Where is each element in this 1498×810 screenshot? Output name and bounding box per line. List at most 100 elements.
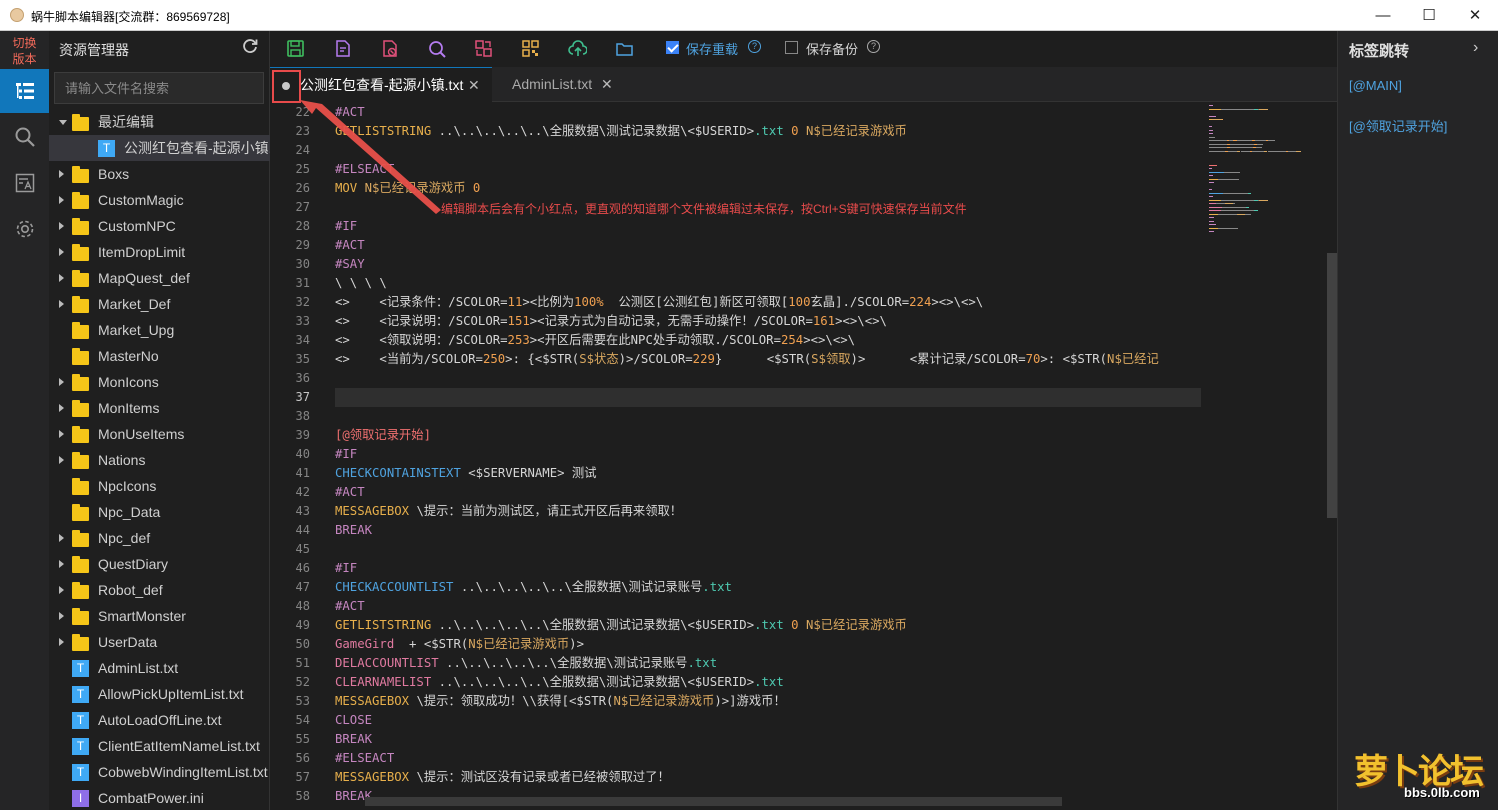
maximize-button[interactable]: ☐	[1406, 0, 1452, 31]
code-line[interactable]: <> <当前为/SCOLOR=250>: {<$STR(S$状态)>/SCOLO…	[335, 350, 1159, 369]
tree-file[interactable]: T AllowPickUpItemList.txt	[49, 681, 270, 707]
find-button[interactable]	[426, 38, 446, 58]
code-line[interactable]: GETLISTSTRING ..\..\..\..\..\全服数据\测试记录数据…	[335, 616, 907, 635]
tab-close-icon[interactable]: ✕	[468, 68, 480, 103]
chevron-right-icon[interactable]	[59, 612, 64, 620]
save-reload-label[interactable]: 保存重载	[686, 39, 738, 58]
chevron-right-icon[interactable]	[59, 456, 64, 464]
code-line[interactable]: <> <领取说明：/SCOLOR=253><开区后需要在此NPC处手动领取./S…	[335, 331, 855, 350]
activity-search[interactable]	[0, 115, 49, 159]
minimap[interactable]	[1201, 103, 1321, 810]
edit-doc-button[interactable]	[332, 38, 352, 58]
chevron-right-icon[interactable]	[59, 404, 64, 412]
chevron-right-icon[interactable]	[59, 222, 64, 230]
tree-folder[interactable]: CustomMagic	[49, 187, 270, 213]
code-line[interactable]	[335, 388, 1201, 407]
tree-folder[interactable]: MasterNo	[49, 343, 270, 369]
chevron-right-icon[interactable]	[59, 170, 64, 178]
save-backup-checkbox[interactable]	[785, 41, 798, 54]
tree-folder[interactable]: QuestDiary	[49, 551, 270, 577]
tree-folder[interactable]: Boxs	[49, 161, 270, 187]
code-line[interactable]: CHECKCONTAINSTEXT <$SERVERNAME> 测试	[335, 464, 597, 483]
code-line[interactable]: GETLISTSTRING ..\..\..\..\..\全服数据\测试记录数据…	[335, 122, 907, 141]
chevron-right-icon[interactable]	[59, 248, 64, 256]
tree-folder[interactable]: MonIcons	[49, 369, 270, 395]
open-folder-button[interactable]	[614, 38, 634, 58]
tree-folder[interactable]: Nations	[49, 447, 270, 473]
tree-folder[interactable]: Robot_def	[49, 577, 270, 603]
bookmark-main[interactable]: [@MAIN]	[1349, 78, 1402, 93]
code-line[interactable]: <> <记录说明：/SCOLOR=151><记录方式为自动记录，无需手动操作！/…	[335, 312, 887, 331]
tree-file[interactable]: T AdminList.txt	[49, 655, 270, 681]
save-backup-label[interactable]: 保存备份	[806, 39, 858, 58]
code-line[interactable]: MOV N$已经记录游戏币 0	[335, 179, 480, 198]
code-line[interactable]: [@领取记录开始]	[335, 426, 431, 445]
code-line[interactable]: MESSAGEBOX \提示：测试区没有记录或者已经被领取过了！	[335, 768, 670, 787]
save-reload-help-icon[interactable]: ?	[748, 40, 761, 53]
code-line[interactable]: MESSAGEBOX \提示：当前为测试区，请正式开区后再来领取！	[335, 502, 682, 521]
tree-file[interactable]: T ClientEatItemNameList.txt	[49, 733, 270, 759]
code-line[interactable]: #ACT	[335, 103, 365, 122]
scrollbar-thumb[interactable]	[1327, 253, 1337, 518]
code-line[interactable]: CHECKACCOUNTLIST ..\..\..\..\..\全服数据\测试记…	[335, 578, 732, 597]
tab-active-file[interactable]: 公测红包查看-起源小镇.txt ✕	[270, 67, 492, 102]
tree-file[interactable]: T CobwebWindingItemList.txt	[49, 759, 270, 785]
code-line[interactable]: #SAY	[335, 255, 365, 274]
chevron-right-icon[interactable]	[59, 586, 64, 594]
tree-folder[interactable]: 最近编辑	[49, 109, 270, 135]
activity-font[interactable]	[0, 161, 49, 205]
code-line[interactable]: #IF	[335, 559, 357, 578]
tree-folder[interactable]: Market_Upg	[49, 317, 270, 343]
tree-folder[interactable]: CustomNPC	[49, 213, 270, 239]
tree-folder[interactable]: MapQuest_def	[49, 265, 270, 291]
chevron-right-icon[interactable]	[59, 300, 64, 308]
tree-folder[interactable]: UserData	[49, 629, 270, 655]
tree-folder[interactable]: NpcIcons	[49, 473, 270, 499]
tree-folder[interactable]: Npc_Data	[49, 499, 270, 525]
tree-folder[interactable]: SmartMonster	[49, 603, 270, 629]
code-line[interactable]: CLEARNAMELIST ..\..\..\..\..\全服数据\测试记录数据…	[335, 673, 784, 692]
tree-file[interactable]: I CombatPower.ini	[49, 785, 270, 810]
vertical-scrollbar[interactable]	[1324, 103, 1337, 810]
chevron-right-icon[interactable]	[59, 560, 64, 568]
replace-button[interactable]	[473, 38, 493, 58]
code-line[interactable]: GameGird + <$STR(N$已经记录游戏币)>	[335, 635, 584, 654]
code-line[interactable]: #ACT	[335, 597, 365, 616]
code-line[interactable]: CLOSE	[335, 711, 372, 730]
upload-cloud-button[interactable]	[567, 38, 587, 58]
chevron-right-icon[interactable]	[59, 378, 64, 386]
delete-doc-button[interactable]	[379, 38, 399, 58]
code-line[interactable]: DELACCOUNTLIST ..\..\..\..\..\全服数据\测试记录账…	[335, 654, 717, 673]
code-line[interactable]: MESSAGEBOX \提示：领取成功！\\获得[<$STR(N$已经记录游戏币…	[335, 692, 786, 711]
chevron-right-icon[interactable]	[59, 534, 64, 542]
chevron-right-icon[interactable]	[59, 196, 64, 204]
code-line[interactable]: #ELSEACT	[335, 160, 394, 179]
tree-file[interactable]: T 公测红包查看-起源小镇.txt	[49, 135, 270, 161]
code-line[interactable]: BREAK	[335, 730, 372, 749]
tree-file[interactable]: T AutoLoadOffLine.txt	[49, 707, 270, 733]
qrcode-button[interactable]	[520, 38, 540, 58]
code-line[interactable]: \ \ \ \	[335, 274, 387, 293]
tree-folder[interactable]: MonUseItems	[49, 421, 270, 447]
tab-adminlist[interactable]: AdminList.txt ✕	[492, 67, 622, 102]
code-line[interactable]: #ELSEACT	[335, 749, 394, 768]
code-line[interactable]: #IF	[335, 445, 357, 464]
code-line[interactable]: #ACT	[335, 483, 365, 502]
switch-version-button[interactable]: 切换 版本	[0, 35, 49, 67]
activity-settings[interactable]	[0, 207, 49, 251]
tree-folder[interactable]: ItemDropLimit	[49, 239, 270, 265]
close-window-button[interactable]: ✕	[1452, 0, 1498, 31]
code-line[interactable]: #IF	[335, 217, 357, 236]
save-backup-help-icon[interactable]: ?	[867, 40, 880, 53]
tree-folder[interactable]: MonItems	[49, 395, 270, 421]
chevron-right-icon[interactable]	[59, 638, 64, 646]
file-search-input[interactable]	[54, 72, 264, 104]
tab-close-icon[interactable]: ✕	[601, 67, 613, 102]
horizontal-scrollbar[interactable]	[365, 797, 1062, 806]
code-line[interactable]: BREAK	[335, 521, 372, 540]
tree-folder[interactable]: Market_Def	[49, 291, 270, 317]
chevron-right-icon[interactable]: ›	[1473, 39, 1478, 57]
chevron-right-icon[interactable]	[59, 274, 64, 282]
code-line[interactable]: #ACT	[335, 236, 365, 255]
bookmark-receive[interactable]: [@领取记录开始]	[1349, 116, 1447, 135]
